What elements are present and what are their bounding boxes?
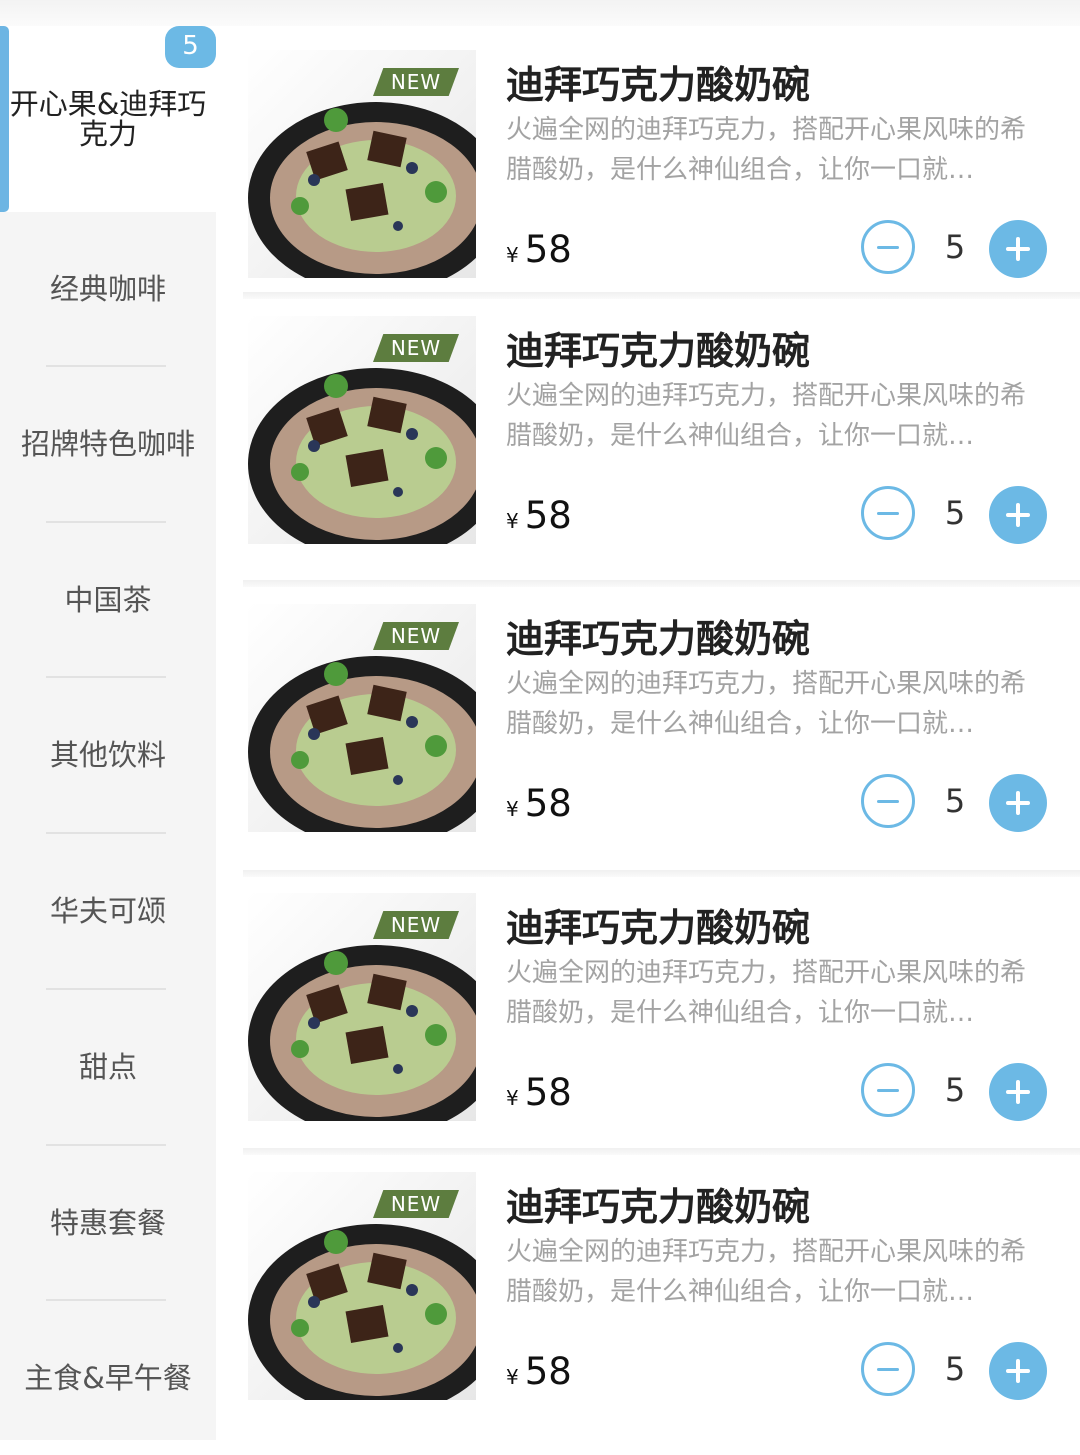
price-value: 58 (524, 1350, 572, 1393)
product-image[interactable]: NEW (248, 50, 476, 278)
card-divider (243, 1148, 1080, 1155)
product-card[interactable]: NEW 迪拜巧克力酸奶碗 火遍全网的迪拜巧克力，搭配开心果风味的希腊酸奶，是什么… (248, 316, 1068, 556)
category-item-other-drinks[interactable]: 其他饮料 (0, 678, 216, 832)
product-image[interactable]: NEW (248, 604, 476, 832)
minus-circle-icon[interactable] (861, 1063, 915, 1117)
category-item-chinese-tea[interactable]: 中国茶 (0, 523, 216, 677)
category-label: 特惠套餐 (49, 1205, 166, 1240)
product-card[interactable]: NEW 迪拜巧克力酸奶碗 火遍全网的迪拜巧克力，搭配开心果风味的希腊酸奶，是什么… (248, 1172, 1068, 1412)
category-item-brunch[interactable]: 主食&早午餐 (0, 1301, 216, 1455)
product-image[interactable]: NEW (248, 893, 476, 1121)
new-tag: NEW (373, 911, 459, 939)
product-description: 火遍全网的迪拜巧克力，搭配开心果风味的希腊酸奶，是什么神仙组合，让你一口就… (506, 669, 1027, 739)
product-description: 火遍全网的迪拜巧克力，搭配开心果风味的希腊酸奶，是什么神仙组合，让你一口就… (506, 1237, 1027, 1307)
product-price: ¥58 (506, 1350, 572, 1393)
product-name: 迪拜巧克力酸奶碗 (506, 617, 811, 661)
product-card[interactable]: NEW 迪拜巧克力酸奶碗 火遍全网的迪拜巧克力，搭配开心果风味的希腊酸奶，是什么… (248, 604, 1068, 844)
product-name: 迪拜巧克力酸奶碗 (506, 63, 811, 107)
minus-circle-icon[interactable] (861, 1342, 915, 1396)
new-tag: NEW (373, 68, 459, 96)
plus-circle-icon[interactable] (989, 220, 1047, 278)
card-divider (243, 580, 1080, 587)
product-name: 迪拜巧克力酸奶碗 (506, 329, 811, 373)
product-description: 火遍全网的迪拜巧克力，搭配开心果风味的希腊酸奶，是什么神仙组合，让你一口就… (506, 381, 1027, 451)
card-divider (243, 870, 1080, 877)
minus-circle-icon[interactable] (861, 486, 915, 540)
category-label: 经典咖啡 (49, 271, 166, 306)
category-item-signature-coffee[interactable]: 招牌特色咖啡 (0, 367, 216, 521)
price-value: 58 (524, 1071, 572, 1114)
plus-circle-icon[interactable] (989, 486, 1047, 544)
product-price: ¥58 (506, 782, 572, 825)
new-tag: NEW (373, 622, 459, 650)
currency-symbol: ¥ (506, 1365, 519, 1389)
quantity-value: 5 (944, 1350, 966, 1388)
plus-circle-icon[interactable] (989, 1342, 1047, 1400)
product-price: ¥58 (506, 1071, 572, 1114)
category-label: 招牌特色咖啡 (20, 426, 195, 461)
quantity-value: 5 (944, 228, 966, 266)
currency-symbol: ¥ (506, 797, 519, 821)
quantity-value: 5 (944, 782, 966, 820)
quantity-value: 5 (944, 1071, 966, 1109)
product-description: 火遍全网的迪拜巧克力，搭配开心果风味的希腊酸奶，是什么神仙组合，让你一口就… (506, 958, 1027, 1028)
top-strip (0, 0, 1080, 26)
new-tag: NEW (373, 1190, 459, 1218)
category-label: 华夫可颂 (49, 893, 166, 928)
new-tag: NEW (373, 334, 459, 362)
plus-circle-icon[interactable] (989, 774, 1047, 832)
category-label: 中国茶 (64, 582, 152, 617)
active-indicator (0, 26, 9, 212)
category-item-dessert[interactable]: 甜点 (0, 990, 216, 1144)
category-sidebar: 开心果&迪拜巧克力 5 经典咖啡 招牌特色咖啡 中国茶 其他饮料 华夫可颂 甜点… (0, 26, 216, 1440)
plus-circle-icon[interactable] (989, 1063, 1047, 1121)
card-divider (243, 292, 1080, 299)
product-name: 迪拜巧克力酸奶碗 (506, 1185, 811, 1229)
minus-circle-icon[interactable] (861, 774, 915, 828)
price-value: 58 (524, 782, 572, 825)
product-image[interactable]: NEW (248, 1172, 476, 1400)
category-label: 主食&早午餐 (24, 1360, 192, 1395)
minus-circle-icon[interactable] (861, 220, 915, 274)
category-item-pistachio-dubai[interactable]: 开心果&迪拜巧克力 5 (0, 26, 216, 212)
currency-symbol: ¥ (506, 1086, 519, 1110)
category-label: 其他饮料 (49, 737, 166, 772)
price-value: 58 (524, 494, 572, 537)
product-card[interactable]: NEW 迪拜巧克力酸奶碗 火遍全网的迪拜巧克力，搭配开心果风味的希腊酸奶，是什么… (248, 893, 1068, 1133)
quantity-value: 5 (944, 494, 966, 532)
product-description: 火遍全网的迪拜巧克力，搭配开心果风味的希腊酸奶，是什么神仙组合，让你一口就… (506, 115, 1027, 185)
product-price: ¥58 (506, 494, 572, 537)
currency-symbol: ¥ (506, 509, 519, 533)
product-card[interactable]: NEW 迪拜巧克力酸奶碗 火遍全网的迪拜巧克力，搭配开心果风味的希腊酸奶，是什么… (248, 50, 1068, 290)
category-item-special-combo[interactable]: 特惠套餐 (0, 1146, 216, 1300)
cart-count-badge: 5 (165, 26, 216, 68)
category-item-waffle-croissant[interactable]: 华夫可颂 (0, 834, 216, 988)
category-label: 甜点 (78, 1049, 137, 1084)
product-name: 迪拜巧克力酸奶碗 (506, 906, 811, 950)
product-image[interactable]: NEW (248, 316, 476, 544)
price-value: 58 (524, 228, 572, 271)
category-label: 开心果&迪拜巧克力 (9, 86, 207, 151)
currency-symbol: ¥ (506, 243, 519, 267)
product-price: ¥58 (506, 228, 572, 271)
category-item-classic-coffee[interactable]: 经典咖啡 (0, 212, 216, 366)
